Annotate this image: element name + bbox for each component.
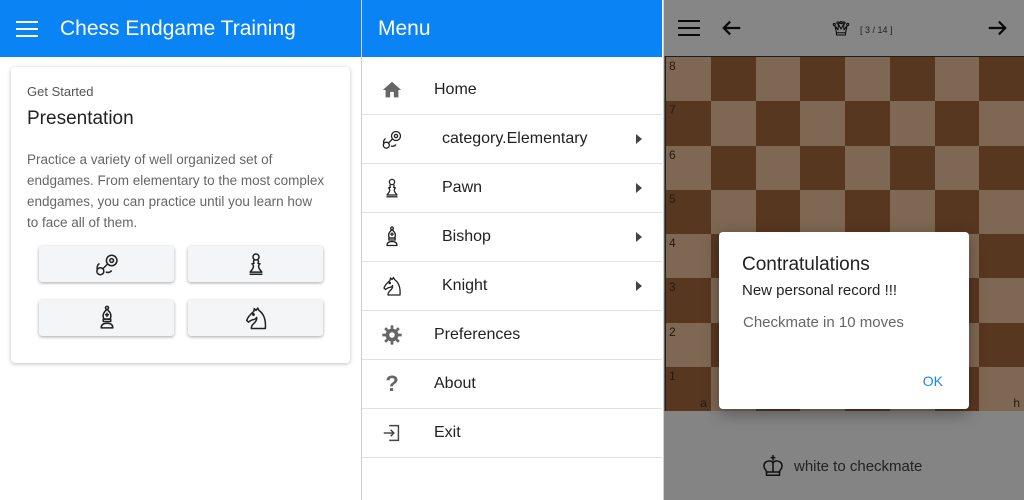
card-description: Practice a variety of well organized set… (27, 152, 325, 230)
menu-item-home[interactable]: Home (362, 66, 662, 115)
question-icon: ? (385, 371, 399, 396)
menu-list: Home category.Elementary Pawn Bishop Kni… (362, 66, 662, 458)
home-app-bar: Chess Endgame Training (0, 0, 361, 57)
bishop-icon (99, 305, 114, 329)
menu-item-label: Pawn (442, 179, 483, 196)
hamburger-menu-icon[interactable] (16, 20, 38, 37)
presentation-card: Get Started Presentation Practice a vari… (11, 67, 350, 363)
menu-title: Menu (378, 16, 431, 40)
menu-item-exit[interactable]: Exit (362, 409, 662, 458)
menu-item-label: Exit (434, 424, 461, 441)
dialog-title: Contratulations (742, 254, 870, 275)
elementary-category-button[interactable] (39, 246, 174, 282)
record-dialog: Contratulations New personal record !!! … (719, 232, 969, 409)
menu-item-preferences[interactable]: Preferences (362, 311, 662, 360)
ok-button[interactable]: OK (923, 373, 943, 389)
menu-item-label: About (434, 375, 476, 392)
pawn-icon (380, 176, 404, 200)
gear-icon (380, 323, 404, 347)
home-icon (380, 78, 404, 102)
submenu-arrow-icon (636, 232, 642, 242)
menu-item-bishop[interactable]: Bishop (362, 213, 662, 262)
knight-icon (245, 307, 266, 330)
menu-drawer: Menu Home category.Elementary Pawn Bisho… (362, 0, 662, 500)
card-heading: Presentation (27, 108, 134, 129)
knight-category-button[interactable] (188, 300, 323, 336)
knight-icon (380, 274, 404, 298)
menu-item-label: Preferences (434, 326, 521, 343)
app-title: Chess Endgame Training (60, 16, 296, 40)
turn-status-text: white to checkmate (794, 457, 923, 475)
menu-item-label: Bishop (442, 228, 491, 245)
pawn-category-button[interactable] (188, 246, 323, 282)
card-kicker: Get Started (27, 84, 94, 99)
exit-icon (380, 421, 404, 445)
menu-item-label: category.Elementary (442, 130, 588, 147)
menu-item-elementary[interactable]: category.Elementary (362, 115, 662, 164)
menu-item-knight[interactable]: Knight (362, 262, 662, 311)
menu-header: Menu (362, 0, 662, 57)
submenu-arrow-icon (636, 183, 642, 193)
bishop-category-button[interactable] (39, 300, 174, 336)
home-screen: Chess Endgame Training Get Started Prese… (0, 0, 361, 500)
king-icon (763, 455, 783, 476)
training-screen: [ 3 / 14 ] 87654321ah white to checkmate… (664, 0, 1024, 500)
pawn-icon (248, 253, 263, 276)
menu-item-label: Knight (442, 277, 488, 294)
dialog-message: Checkmate in 10 moves (743, 314, 904, 331)
pacifier-icon (380, 127, 404, 151)
dialog-subtitle: New personal record !!! (742, 282, 898, 299)
menu-item-about[interactable]: ? About (362, 360, 662, 409)
submenu-arrow-icon (636, 134, 642, 144)
turn-status: white to checkmate (760, 453, 922, 479)
menu-item-label: Home (434, 81, 477, 98)
pacifier-icon (95, 254, 118, 276)
submenu-arrow-icon (636, 281, 642, 291)
bishop-icon (380, 225, 404, 249)
menu-item-pawn[interactable]: Pawn (362, 164, 662, 213)
